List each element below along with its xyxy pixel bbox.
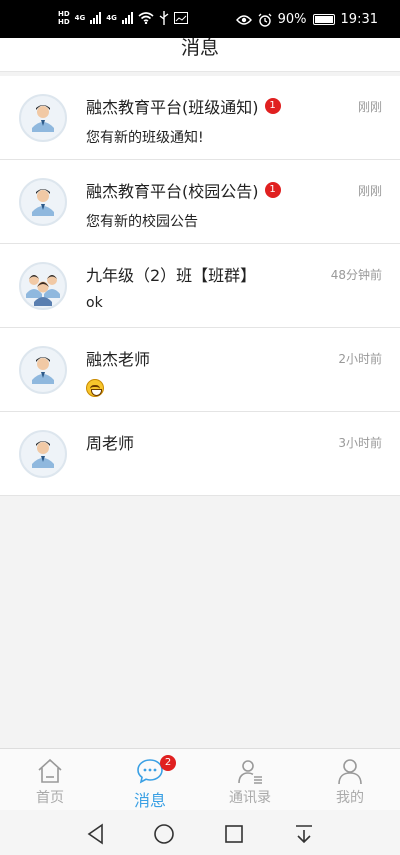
conversation-item[interactable]: 融杰教育平台(校园公告) 1 刚刚 您有新的校园公告 — [0, 160, 400, 244]
conversation-preview: ok — [86, 295, 103, 311]
system-nav-bar — [0, 810, 400, 855]
conversation-title: 九年级（2）班【班群】 — [86, 266, 257, 285]
network-type-2: 4G — [106, 14, 117, 22]
conversation-title: 融杰老师 — [86, 350, 151, 369]
conversation-preview: 您有新的班级通知! — [86, 130, 204, 146]
conversation-preview: 您有新的校园公告 — [86, 214, 198, 230]
signal-icon — [90, 12, 102, 24]
conversation-title: 融杰教育平台(班级通知) 1 — [86, 94, 281, 118]
home-icon — [38, 758, 62, 783]
teacher-avatar — [19, 430, 67, 478]
battery-icon — [312, 14, 335, 25]
tab-contacts[interactable]: 通讯录 — [200, 749, 300, 811]
group-avatar — [19, 262, 67, 310]
conversation-item[interactable]: 融杰教育平台(班级通知) 1 刚刚 您有新的班级通知! — [0, 76, 400, 160]
page-title: 消息 — [180, 37, 219, 59]
tab-profile[interactable]: 我的 — [300, 749, 400, 811]
contacts-icon — [238, 760, 262, 784]
teacher-avatar — [19, 346, 67, 394]
teacher-avatar — [19, 94, 67, 142]
bottom-tab-bar: 首页 2 消息 通讯录 我的 — [0, 748, 400, 810]
grinning-face-emoji — [86, 379, 104, 397]
conversation-time: 刚刚 — [357, 184, 382, 198]
teacher-avatar — [19, 178, 67, 226]
usb-icon — [159, 11, 169, 25]
conversation-preview — [86, 379, 104, 397]
conversation-item[interactable]: 九年级（2）班【班群】 48分钟前 ok — [0, 244, 400, 328]
conversation-title: 周老师 — [86, 434, 135, 453]
status-left: HD HD 4G 4G — [58, 10, 188, 26]
page-header: 消息 — [0, 38, 400, 72]
image-icon — [173, 12, 188, 24]
tab-label: 消息 — [133, 791, 166, 810]
tab-label: 首页 — [36, 790, 64, 806]
network-type: 4G — [74, 14, 86, 22]
conversation-list: 融杰教育平台(班级通知) 1 刚刚 您有新的班级通知! 融杰教育平台(校园公告)… — [0, 76, 400, 496]
tab-label: 我的 — [336, 790, 364, 806]
conversation-time: 48分钟前 — [330, 268, 382, 282]
conversation-item[interactable]: 周老师 3小时前 — [0, 412, 400, 496]
conversation-time: 2小时前 — [338, 352, 382, 366]
hd-indicator: HD HD — [58, 10, 70, 26]
signal-icon-2 — [121, 12, 133, 24]
alarm-icon — [258, 13, 272, 27]
back-icon[interactable] — [84, 822, 108, 846]
status-time: 19:31 — [340, 12, 378, 27]
recents-icon[interactable] — [222, 822, 246, 846]
tab-home[interactable]: 首页 — [0, 749, 100, 811]
home-nav-icon[interactable] — [152, 822, 176, 846]
conversation-time: 刚刚 — [357, 100, 382, 114]
tab-badge: 2 — [160, 755, 176, 771]
unread-badge: 1 — [264, 182, 281, 198]
tab-label: 通讯录 — [229, 790, 271, 806]
wifi-icon — [138, 12, 154, 24]
profile-icon — [338, 759, 362, 785]
conversation-title: 融杰教育平台(校园公告) 1 — [86, 178, 281, 202]
status-right: 90% 19:31 — [235, 12, 378, 27]
eye-icon — [235, 14, 252, 25]
unread-badge: 1 — [264, 98, 281, 114]
conversation-item[interactable]: 融杰老师 2小时前 — [0, 328, 400, 412]
conversation-time: 3小时前 — [338, 436, 382, 450]
status-bar: HD HD 4G 4G 90% 19:31 — [0, 0, 400, 38]
notification-pull-icon[interactable] — [292, 822, 316, 846]
tab-messages[interactable]: 2 消息 — [100, 749, 200, 811]
battery-percent: 90% — [277, 12, 307, 27]
